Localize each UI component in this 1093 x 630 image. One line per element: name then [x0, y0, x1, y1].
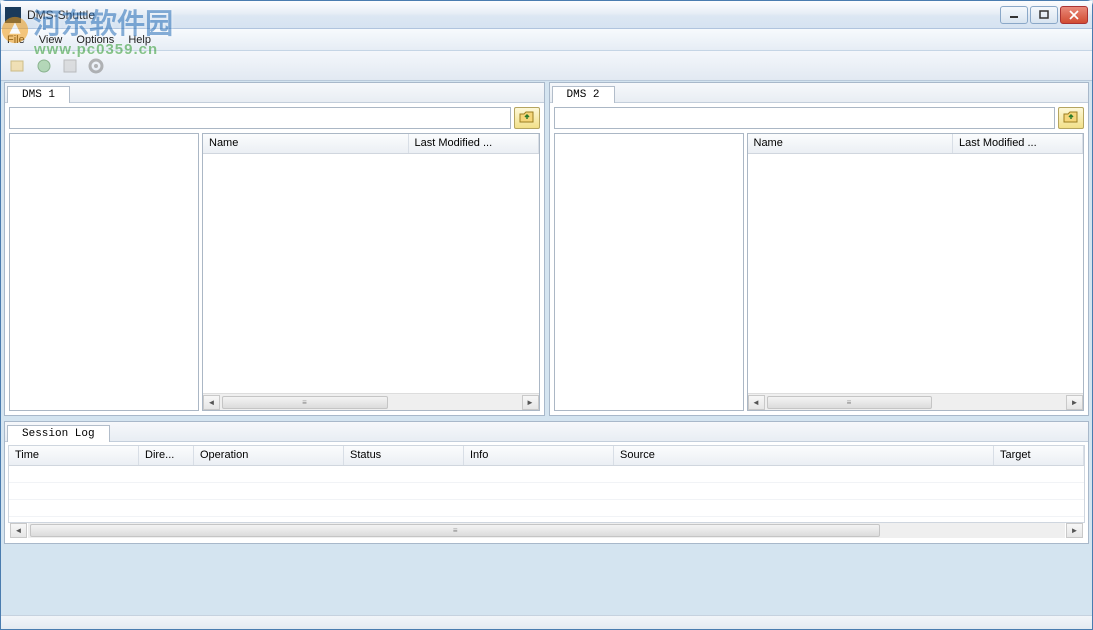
table-row: [9, 483, 1084, 500]
col-operation[interactable]: Operation: [194, 446, 344, 465]
tree-pane-right[interactable]: [554, 133, 744, 411]
menu-options[interactable]: Options: [76, 34, 114, 46]
menubar: File View Options Help: [1, 29, 1092, 51]
browse-button-right[interactable]: [1058, 107, 1084, 129]
hscroll-left[interactable]: ◄ ≡ ►: [203, 393, 539, 410]
path-input-right[interactable]: [554, 107, 1056, 129]
browse-button-left[interactable]: [514, 107, 540, 129]
col-name-right[interactable]: Name: [748, 134, 954, 153]
panel-dms-1: DMS 1 Name Last Modified ...: [4, 82, 545, 416]
titlebar: DMS-Shuttle: [1, 1, 1092, 29]
toolbar-icon-3[interactable]: [59, 55, 81, 77]
panel-session-log: Session Log Time Dire... Operation Statu…: [4, 421, 1089, 544]
scroll-thumb-right[interactable]: ≡: [767, 396, 933, 409]
tab-dms-1[interactable]: DMS 1: [7, 86, 70, 103]
table-row: [9, 500, 1084, 517]
hscroll-log[interactable]: ◄ ≡ ►: [8, 523, 1085, 540]
col-direction[interactable]: Dire...: [139, 446, 194, 465]
table-row: [9, 466, 1084, 483]
maximize-button[interactable]: [1030, 6, 1058, 24]
folder-up-icon: [519, 110, 535, 127]
col-modified-right[interactable]: Last Modified ...: [953, 134, 1083, 153]
list-pane-left[interactable]: Name Last Modified ... ◄ ≡ ►: [202, 133, 540, 411]
log-table: Time Dire... Operation Status Info Sourc…: [8, 445, 1085, 523]
window-title: DMS-Shuttle: [27, 8, 1000, 22]
col-info[interactable]: Info: [464, 446, 614, 465]
toolbar: [1, 51, 1092, 81]
close-button[interactable]: [1060, 6, 1088, 24]
scroll-left-arrow-icon[interactable]: ◄: [10, 523, 27, 538]
path-input-left[interactable]: [9, 107, 511, 129]
col-target[interactable]: Target: [994, 446, 1084, 465]
scroll-left-arrow-icon[interactable]: ◄: [203, 395, 220, 410]
list-body-right[interactable]: [748, 154, 1084, 393]
col-status[interactable]: Status: [344, 446, 464, 465]
col-time[interactable]: Time: [9, 446, 139, 465]
menu-view[interactable]: View: [39, 34, 63, 46]
folder-up-icon: [1063, 110, 1079, 127]
menu-help[interactable]: Help: [128, 34, 151, 46]
list-header-left: Name Last Modified ...: [203, 134, 539, 154]
toolbar-icon-1[interactable]: [7, 55, 29, 77]
tab-session-log[interactable]: Session Log: [7, 425, 110, 442]
statusbar: [1, 615, 1092, 629]
scroll-left-arrow-icon[interactable]: ◄: [748, 395, 765, 410]
tree-pane-left[interactable]: [9, 133, 199, 411]
panel-dms-2: DMS 2 Name Last Modified ...: [549, 82, 1090, 416]
scroll-right-arrow-icon[interactable]: ►: [1066, 395, 1083, 410]
app-icon: [5, 7, 21, 23]
list-body-left[interactable]: [203, 154, 539, 393]
scroll-right-arrow-icon[interactable]: ►: [1066, 523, 1083, 538]
menu-file[interactable]: File: [7, 34, 25, 46]
scroll-thumb-log[interactable]: ≡: [30, 524, 880, 537]
col-name-left[interactable]: Name: [203, 134, 409, 153]
list-pane-right[interactable]: Name Last Modified ... ◄ ≡ ►: [747, 133, 1085, 411]
hscroll-right[interactable]: ◄ ≡ ►: [748, 393, 1084, 410]
col-source[interactable]: Source: [614, 446, 994, 465]
log-body[interactable]: [9, 466, 1084, 522]
log-header: Time Dire... Operation Status Info Sourc…: [9, 446, 1084, 466]
toolbar-icon-4[interactable]: [85, 55, 107, 77]
tab-dms-2[interactable]: DMS 2: [552, 86, 615, 103]
toolbar-icon-2[interactable]: [33, 55, 55, 77]
col-modified-left[interactable]: Last Modified ...: [409, 134, 539, 153]
scroll-right-arrow-icon[interactable]: ►: [522, 395, 539, 410]
list-header-right: Name Last Modified ...: [748, 134, 1084, 154]
minimize-button[interactable]: [1000, 6, 1028, 24]
scroll-thumb-left[interactable]: ≡: [222, 396, 388, 409]
